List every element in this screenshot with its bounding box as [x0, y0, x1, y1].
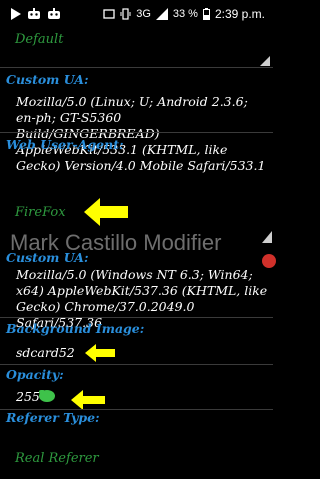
- robot-icon: [28, 8, 40, 19]
- opacity-header: Opacity:: [6, 367, 64, 382]
- status-bar-system: 3G 33 % 2:39 p.m.: [103, 7, 265, 21]
- robot-icon: [48, 8, 60, 19]
- dropdown-indicator-icon[interactable]: [260, 231, 272, 243]
- web-user-agent-value[interactable]: FireFox: [15, 205, 66, 220]
- divider: [0, 67, 273, 68]
- arrow-pointer-icon: [71, 390, 105, 410]
- referer-type-value[interactable]: Real Referer: [15, 451, 99, 466]
- signal-icon: [155, 8, 168, 20]
- arrow-pointer-icon: [84, 198, 128, 226]
- cast-icon: [103, 8, 115, 19]
- custom-ua-header-2: Custom UA:: [6, 250, 89, 265]
- divider: [0, 364, 273, 365]
- battery-percent: 33 %: [172, 8, 198, 20]
- overlay-dot-icon: [262, 254, 276, 268]
- status-bar: 3G 33 % 2:39 p.m.: [0, 0, 273, 30]
- network-type: 3G: [136, 8, 151, 20]
- divider: [0, 317, 273, 318]
- web-user-agent-header: Web User-Agent:: [6, 137, 124, 152]
- background-image-value[interactable]: sdcard52: [16, 345, 268, 361]
- divider: [0, 132, 273, 133]
- vibrate-icon: [120, 8, 131, 20]
- default-option[interactable]: Default: [15, 32, 63, 47]
- play-icon: [11, 8, 21, 20]
- battery-icon: [202, 8, 210, 20]
- background-image-header: Background Image:: [6, 321, 145, 336]
- dropdown-indicator-icon[interactable]: [258, 56, 270, 66]
- custom-ua-header: Custom UA:: [6, 72, 89, 87]
- arrow-pointer-icon: [85, 344, 115, 362]
- custom-ua-value[interactable]: Mozilla/5.0 (Linux; U; Android 2.3.6; en…: [16, 94, 268, 174]
- hand-pointer-icon: [39, 390, 55, 402]
- status-bar-notifications: [10, 8, 61, 20]
- referer-type-header: Referer Type:: [6, 410, 100, 425]
- clock: 2:39 p.m.: [214, 7, 265, 21]
